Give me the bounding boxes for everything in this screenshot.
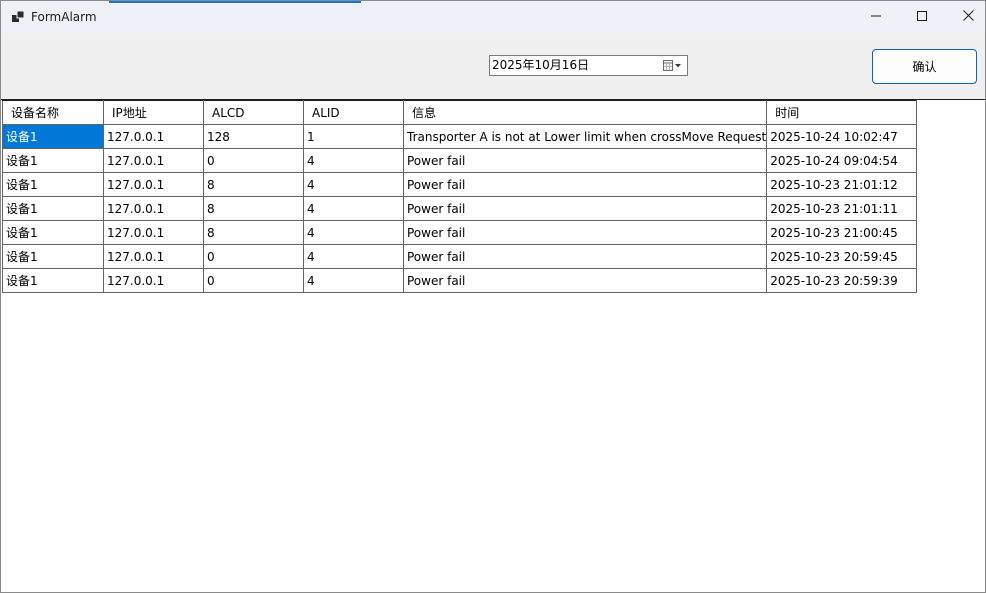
cell-ip-address[interactable]: 127.0.0.1 <box>103 220 204 245</box>
cell-time[interactable]: 2025-10-23 20:59:39 <box>766 268 918 293</box>
cell-device-name[interactable]: 设备1 <box>2 268 104 293</box>
alarm-table: 设备名称 IP地址 ALCD ALID 信息 时间 设备1 127.0.0.1 … <box>2 100 918 293</box>
cell-ip-address[interactable]: 127.0.0.1 <box>103 172 204 197</box>
cell-time[interactable]: 2025-10-24 09:04:54 <box>766 148 918 173</box>
cell-alid[interactable]: 4 <box>303 196 404 221</box>
cell-time[interactable]: 2025-10-23 21:01:11 <box>766 196 918 221</box>
cell-ip-address[interactable]: 127.0.0.1 <box>103 196 204 221</box>
cell-alcd[interactable]: 0 <box>203 244 304 269</box>
table-row[interactable]: 设备1 127.0.0.1 8 4 Power fail 2025-10-23 … <box>2 196 918 221</box>
cell-alid[interactable]: 4 <box>303 220 404 245</box>
cell-message[interactable]: Power fail <box>402 172 768 197</box>
cell-message[interactable]: Power fail <box>402 244 768 269</box>
column-header-alcd[interactable]: ALCD <box>203 100 304 125</box>
title-bar[interactable]: FormAlarm <box>1 1 985 33</box>
maximize-icon <box>917 10 927 24</box>
cell-device-name[interactable]: 设备1 <box>2 220 104 245</box>
cell-alcd[interactable]: 8 <box>203 172 304 197</box>
cell-device-name[interactable]: 设备1 <box>2 244 104 269</box>
cell-device-name[interactable]: 设备1 <box>2 172 104 197</box>
cell-time[interactable]: 2025-10-24 10:02:47 <box>766 124 918 149</box>
cell-alid[interactable]: 4 <box>303 244 404 269</box>
cell-alcd[interactable]: 8 <box>203 220 304 245</box>
cell-ip-address[interactable]: 127.0.0.1 <box>103 268 204 293</box>
table-row[interactable]: 设备1 127.0.0.1 8 4 Power fail 2025-10-23 … <box>2 172 918 197</box>
cell-alcd[interactable]: 0 <box>203 268 304 293</box>
table-row[interactable]: 设备1 127.0.0.1 128 1 Transporter A is not… <box>2 124 918 149</box>
calendar-dropdown-icon[interactable] <box>662 58 686 73</box>
close-icon <box>962 10 974 24</box>
cell-message[interactable]: Power fail <box>402 268 768 293</box>
cell-alid[interactable]: 4 <box>303 268 404 293</box>
column-header-message[interactable]: 信息 <box>402 100 768 125</box>
table-row[interactable]: 设备1 127.0.0.1 8 4 Power fail 2025-10-23 … <box>2 220 918 245</box>
table-header-row: 设备名称 IP地址 ALCD ALID 信息 时间 <box>2 100 918 125</box>
column-header-ip-address[interactable]: IP地址 <box>103 100 204 125</box>
cell-alcd[interactable]: 0 <box>203 148 304 173</box>
column-header-device-name[interactable]: 设备名称 <box>2 100 104 125</box>
confirm-button[interactable]: 确认 <box>872 49 977 84</box>
alarm-grid[interactable]: 设备名称 IP地址 ALCD ALID 信息 时间 设备1 127.0.0.1 … <box>1 99 985 592</box>
table-row[interactable]: 设备1 127.0.0.1 0 4 Power fail 2025-10-24 … <box>2 148 918 173</box>
cell-ip-address[interactable]: 127.0.0.1 <box>103 244 204 269</box>
cell-ip-address[interactable]: 127.0.0.1 <box>103 148 204 173</box>
close-button[interactable] <box>945 1 985 33</box>
app-icon <box>12 10 25 23</box>
minimize-icon <box>871 10 881 24</box>
cell-ip-address[interactable]: 127.0.0.1 <box>103 124 204 149</box>
focus-accent-strip <box>109 1 361 3</box>
maximize-button[interactable] <box>899 1 945 33</box>
cell-device-name[interactable]: 设备1 <box>2 124 104 149</box>
filter-toolbar: 2025年10月16日 确认 <box>1 33 985 99</box>
table-row[interactable]: 设备1 127.0.0.1 0 4 Power fail 2025-10-23 … <box>2 244 918 269</box>
cell-alcd[interactable]: 8 <box>203 196 304 221</box>
date-picker[interactable]: 2025年10月16日 <box>489 55 688 76</box>
cell-time[interactable]: 2025-10-23 20:59:45 <box>766 244 918 269</box>
cell-device-name[interactable]: 设备1 <box>2 148 104 173</box>
cell-message[interactable]: Power fail <box>402 220 768 245</box>
cell-message[interactable]: Transporter A is not at Lower limit when… <box>402 124 768 149</box>
column-header-time[interactable]: 时间 <box>766 100 918 125</box>
table-row[interactable]: 设备1 127.0.0.1 0 4 Power fail 2025-10-23 … <box>2 268 918 293</box>
window-title: FormAlarm <box>31 10 97 24</box>
date-picker-value: 2025年10月16日 <box>492 58 590 72</box>
form-alarm-window: FormAlarm 2025年10月16日 确认 设备名称 IP地址 ALCD … <box>0 0 986 593</box>
cell-alcd[interactable]: 128 <box>203 124 304 149</box>
cell-time[interactable]: 2025-10-23 21:01:12 <box>766 172 918 197</box>
minimize-button[interactable] <box>853 1 899 33</box>
cell-time[interactable]: 2025-10-23 21:00:45 <box>766 220 918 245</box>
cell-alid[interactable]: 4 <box>303 172 404 197</box>
column-header-alid[interactable]: ALID <box>303 100 404 125</box>
cell-message[interactable]: Power fail <box>402 196 768 221</box>
cell-device-name[interactable]: 设备1 <box>2 196 104 221</box>
cell-alid[interactable]: 4 <box>303 148 404 173</box>
cell-message[interactable]: Power fail <box>402 148 768 173</box>
cell-alid[interactable]: 1 <box>303 124 404 149</box>
